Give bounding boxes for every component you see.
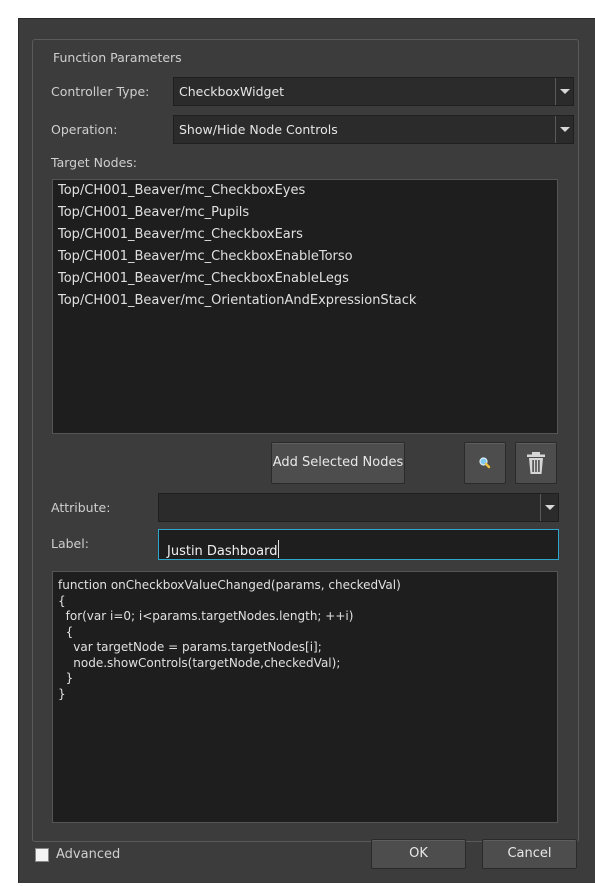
list-item[interactable]: Top/CH001_Beaver/mc_Pupils bbox=[53, 202, 557, 224]
list-item[interactable]: Top/CH001_Beaver/mc_CheckboxEars bbox=[53, 224, 557, 246]
attribute-dropdown[interactable] bbox=[158, 493, 559, 522]
controller-type-label: Controller Type: bbox=[51, 84, 150, 99]
code-line: function onCheckboxValueChanged(params, … bbox=[58, 578, 401, 592]
add-selected-nodes-button[interactable]: Add Selected Nodes bbox=[271, 442, 405, 484]
code-line: { bbox=[58, 593, 66, 608]
list-item[interactable]: Top/CH001_Beaver/mc_CheckboxEnableTorso bbox=[53, 246, 557, 268]
ok-button[interactable]: OK bbox=[371, 839, 466, 869]
target-nodes-label: Target Nodes: bbox=[51, 155, 137, 170]
chevron-down-icon[interactable] bbox=[555, 78, 573, 105]
code-line: } bbox=[58, 671, 74, 685]
attribute-label: Attribute: bbox=[51, 500, 111, 515]
controller-type-value: CheckboxWidget bbox=[179, 84, 285, 99]
code-line: node.showControls(targetNode,checkedVal)… bbox=[58, 655, 341, 670]
label-field-label: Label: bbox=[51, 536, 89, 551]
operation-value: Show/Hide Node Controls bbox=[179, 122, 338, 137]
label-input-value: Justin Dashboard bbox=[167, 537, 280, 559]
group-title: Function Parameters bbox=[49, 50, 186, 65]
operation-dropdown[interactable]: Show/Hide Node Controls bbox=[173, 115, 574, 144]
label-input[interactable]: Justin Dashboard bbox=[158, 529, 559, 560]
code-line: } bbox=[58, 686, 66, 701]
function-parameters-dialog: Function Parameters Controller Type: Che… bbox=[18, 18, 595, 883]
list-item[interactable]: Top/CH001_Beaver/mc_CheckboxEnableLegs bbox=[53, 268, 557, 290]
code-line: for(var i=0; i<params.targetNodes.length… bbox=[58, 609, 354, 623]
list-item[interactable]: Top/CH001_Beaver/mc_CheckboxEyes bbox=[53, 180, 557, 202]
code-line: { bbox=[58, 624, 74, 639]
code-line: var targetNode = params.targetNodes[i]; bbox=[58, 640, 322, 654]
chevron-down-icon[interactable] bbox=[555, 116, 573, 143]
advanced-label: Advanced bbox=[56, 847, 121, 862]
delete-node-button[interactable] bbox=[515, 442, 557, 484]
controller-type-dropdown[interactable]: CheckboxWidget bbox=[173, 77, 574, 106]
magnifier-icon bbox=[479, 457, 491, 469]
script-editor[interactable]: function onCheckboxValueChanged(params, … bbox=[52, 571, 558, 823]
chevron-down-icon[interactable] bbox=[540, 494, 558, 521]
function-parameters-group: Function Parameters Controller Type: Che… bbox=[32, 39, 579, 842]
list-item[interactable]: Top/CH001_Beaver/mc_OrientationAndExpres… bbox=[53, 290, 557, 312]
target-nodes-list[interactable]: Top/CH001_Beaver/mc_CheckboxEyes Top/CH0… bbox=[52, 179, 558, 434]
cancel-button[interactable]: Cancel bbox=[482, 839, 577, 869]
operation-label: Operation: bbox=[51, 122, 118, 137]
trash-icon bbox=[527, 452, 545, 474]
advanced-checkbox[interactable] bbox=[35, 848, 49, 862]
locate-node-button[interactable] bbox=[464, 442, 506, 484]
